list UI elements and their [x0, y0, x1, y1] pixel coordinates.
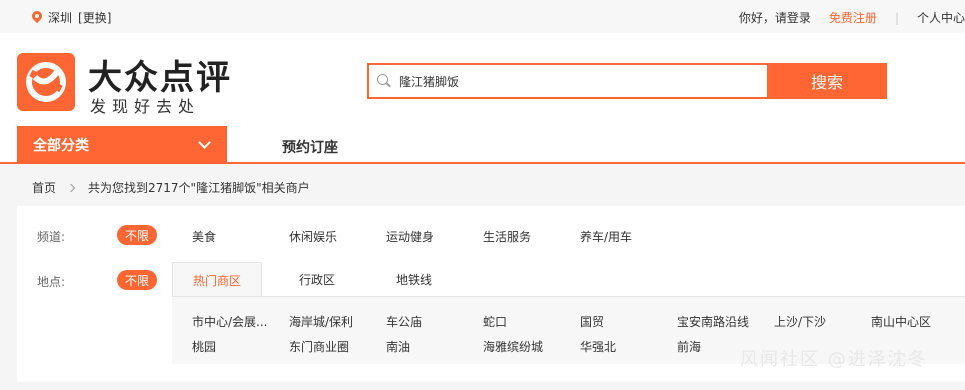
all-categories-label: 全部分类	[33, 138, 89, 154]
city-name: 深圳	[48, 11, 73, 25]
login-link[interactable]: 你好，请登录	[739, 9, 811, 26]
user-center-link[interactable]: 个人中心	[917, 9, 965, 26]
all-categories-menu[interactable]: 全部分类	[17, 126, 227, 164]
area-item[interactable]: 海雅缤纷城	[483, 338, 543, 355]
location-unlimited-tag[interactable]: 不限	[117, 270, 157, 290]
area-item[interactable]: 南山中心区	[871, 313, 931, 330]
channel-life-services[interactable]: 生活服务	[483, 228, 531, 245]
search-button[interactable]: 搜索	[767, 63, 887, 99]
area-item[interactable]: 蛇口	[483, 313, 507, 330]
result-count-text: 共为您找到2717个"隆江猪脚饭"相关商户	[88, 181, 310, 195]
channel-car[interactable]: 养车/用车	[580, 228, 632, 245]
top-bar: 深圳 [更换] 你好，请登录 免费注册 | 个人中心	[0, 0, 965, 33]
watermark: 风闻社区 @进泽沈冬	[740, 349, 928, 370]
header: 大众点评 发现好去处 搜索	[0, 33, 965, 126]
top-right-links: 你好，请登录 免费注册 | 个人中心	[739, 9, 965, 26]
area-item[interactable]: 上沙/下沙	[774, 313, 826, 330]
nav-reserve-link[interactable]: 预约订座	[282, 137, 338, 157]
brand-name: 大众点评	[88, 58, 232, 98]
channel-label: 频道:	[37, 230, 66, 244]
chevron-right-icon	[66, 183, 76, 192]
breadcrumb-home[interactable]: 首页	[32, 179, 56, 196]
search-icon	[377, 74, 391, 88]
area-item[interactable]: 宝安南路沿线	[677, 313, 749, 330]
area-item[interactable]: 华强北	[580, 338, 616, 355]
logo-icon[interactable]	[17, 53, 75, 111]
area-item[interactable]: 海岸城/保利	[289, 313, 353, 330]
nav-bar: 全部分类 预约订座	[0, 126, 965, 164]
channel-unlimited-tag[interactable]: 不限	[117, 225, 157, 245]
change-city-link[interactable]: [更换]	[78, 9, 111, 26]
area-item[interactable]: 车公庙	[386, 313, 422, 330]
tab-hot-areas[interactable]: 热门商区	[172, 262, 262, 297]
channel-food[interactable]: 美食	[192, 228, 216, 245]
search-field[interactable]	[367, 63, 767, 99]
channel-sports[interactable]: 运动健身	[386, 228, 434, 245]
search-bar: 搜索	[367, 63, 887, 99]
chevron-down-icon	[198, 136, 211, 149]
brand-slogan: 发现好去处	[90, 97, 201, 116]
logo-figure-icon	[26, 62, 66, 102]
channel-leisure[interactable]: 休闲娱乐	[289, 228, 337, 245]
location-pin-icon	[32, 11, 42, 25]
tab-districts[interactable]: 行政区	[272, 262, 362, 297]
location-label: 地点:	[37, 275, 66, 289]
area-item[interactable]: 南油	[386, 338, 410, 355]
breadcrumb: 首页 共为您找到2717个"隆江猪脚饭"相关商户	[32, 179, 310, 196]
search-input[interactable]	[399, 74, 759, 88]
area-item[interactable]: 东门商业圈	[289, 338, 349, 355]
tab-metro-lines[interactable]: 地铁线	[369, 262, 459, 297]
divider: |	[894, 10, 899, 25]
area-item[interactable]: 桃园	[192, 338, 216, 355]
area-item[interactable]: 前海	[677, 338, 701, 355]
area-item[interactable]: 国贸	[580, 313, 604, 330]
area-item[interactable]: 市中心/会展...	[192, 313, 268, 330]
register-link[interactable]: 免费注册	[829, 9, 877, 26]
location-selector[interactable]: 深圳 [更换]	[32, 9, 111, 26]
